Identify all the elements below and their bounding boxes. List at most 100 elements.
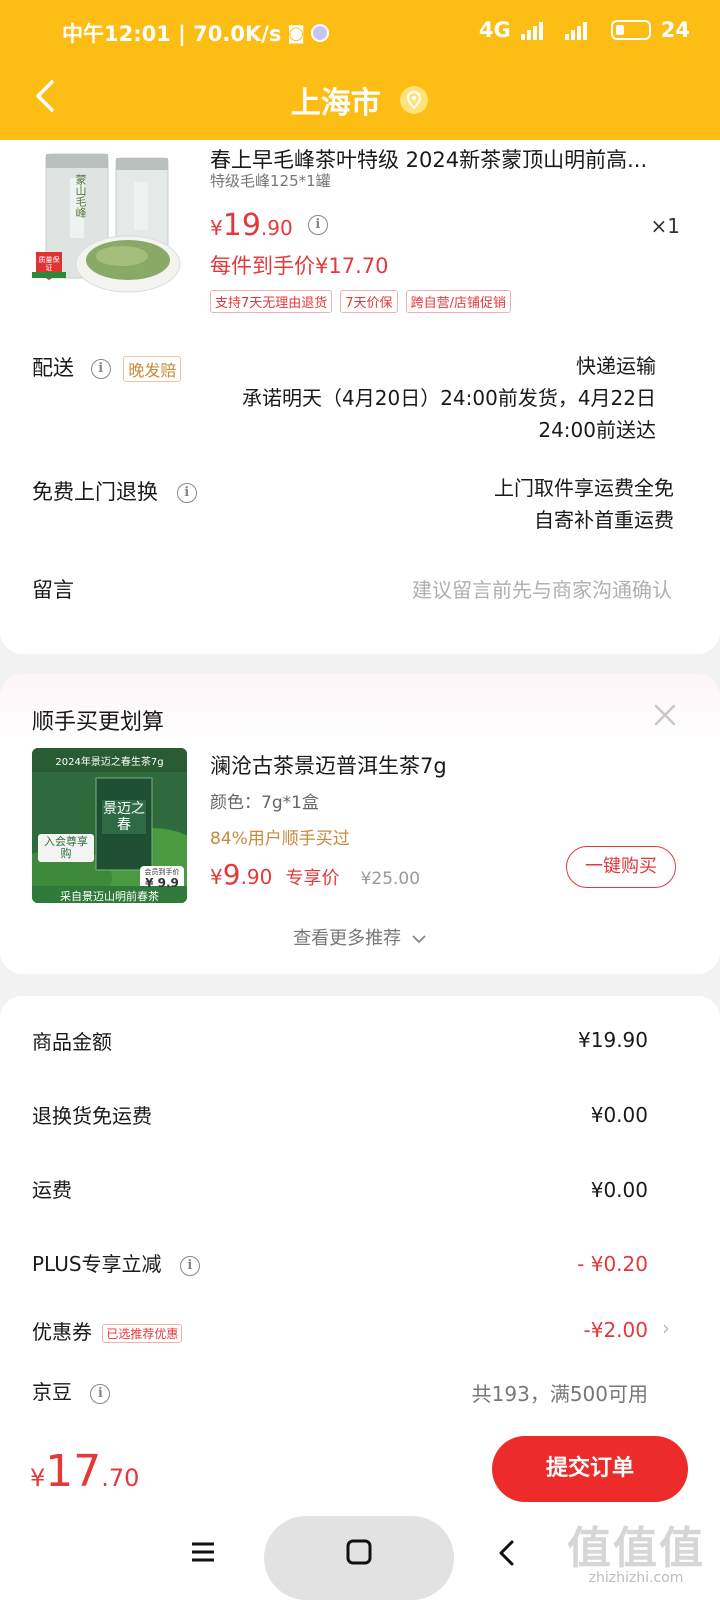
summary-label-return-shipping: 退换货免运费 (32, 1104, 152, 1128)
recommendation-bought: 84%用户顺手买过 (210, 829, 350, 849)
delivery-row[interactable]: 配送 i 晚发赔 (32, 352, 182, 382)
return-info-icon[interactable]: i (176, 483, 197, 503)
summary-label-goods: 商品金额 (32, 1030, 112, 1054)
checkout-bar: ¥17.70 提交订单 (0, 1432, 720, 1510)
summary-value-plus: - ¥0.20 (577, 1252, 648, 1276)
total-integer: 17 (45, 1446, 102, 1497)
one-click-buy-button[interactable]: 一键购买 (566, 846, 676, 888)
home-square-icon (346, 1539, 372, 1565)
delivery-label: 配送 (32, 356, 74, 380)
rec-exclusive-label: 专享价 (285, 868, 340, 889)
summary-value-jingdou: 共193，满500可用 (471, 1382, 648, 1406)
more-recommendations-button[interactable]: 查看更多推荐 (0, 924, 720, 950)
recommendation-image-box-text: 景迈之春 (103, 801, 145, 833)
recommendation-image-banner: 2024年景迈之春生茶7g (55, 757, 164, 768)
service-tag: 7天价保 (340, 290, 398, 313)
product-price: ¥19.90 i (210, 208, 328, 243)
location-pin-icon (400, 86, 429, 114)
watermark: 值值值 zhizhizhi.com (566, 1512, 706, 1586)
rec-price-currency: ¥ (210, 865, 223, 889)
recommendation-close-button[interactable] (652, 702, 678, 728)
total-currency: ¥ (30, 1464, 46, 1492)
menu-icon (192, 1542, 214, 1562)
summary-value-return-shipping: ¥0.00 (590, 1103, 648, 1127)
return-service-line1: 上门取件享运费全免 (494, 476, 674, 500)
recommendation-image-member: 入会尊享购 (44, 835, 88, 860)
late-compensation-tag: 晚发赔 (123, 356, 182, 382)
delivery-method: 快递运输 (576, 354, 656, 378)
summary-label-jingdou: 京豆 (32, 1380, 72, 1404)
close-icon (654, 704, 676, 726)
chevron-right-icon[interactable]: › (662, 1316, 670, 1340)
summary-label-coupon: 优惠券 (32, 1320, 92, 1344)
return-service-details: 上门取件享运费全免 自寄补首重运费 (494, 472, 674, 536)
recommendation-image[interactable]: 2024年景迈之春生茶7g 景迈之春 入会尊享购 会员到手价 ¥ 9.9 采自景… (32, 748, 187, 903)
price-info-icon[interactable]: i (307, 214, 328, 235)
home-button[interactable] (346, 1538, 372, 1570)
message-label: 留言 (32, 578, 74, 602)
signal-icon (520, 20, 543, 40)
hand-price: 每件到手价¥17.70 (210, 254, 389, 278)
delivery-details[interactable]: 快递运输 承诺明天（4月20日）24:00前发货，4月22日 24:00前送达 (242, 350, 656, 446)
top-bar: 中午12:01 | 70.0K/s ◙ 4G 24 上海市 (0, 0, 720, 140)
service-tags: 支持7天无理由退货 7天价保 跨自营/店铺促销 (210, 290, 511, 313)
rec-original-price: ¥25.00 (360, 869, 421, 889)
return-service-label: 免费上门退换 (32, 480, 158, 504)
quality-badge-text: 质量保证 (38, 256, 60, 272)
system-back-button[interactable] (496, 1538, 518, 1572)
order-item-card: 蒙山毛峰 质量保证 春上早毛峰茶叶特级 2024新茶蒙顶山明前高... 特级毛峰… (0, 140, 720, 654)
page-title: 上海市 (290, 86, 381, 121)
price-decimal: .90 (260, 216, 293, 240)
recommendation-price: ¥9.90 专享价 ¥25.00 (210, 858, 420, 891)
plus-info-icon[interactable]: i (179, 1255, 200, 1276)
menu-button[interactable] (190, 1540, 216, 1568)
price-integer: 19 (222, 208, 261, 243)
status-time-speed: 中午12:01 | 70.0K/s (62, 22, 282, 46)
chevron-down-icon (412, 935, 426, 944)
signal-icon-2 (564, 20, 587, 40)
summary-label-shipping: 运费 (32, 1178, 72, 1202)
rec-price-decimal: .90 (240, 865, 273, 889)
more-recommendations-label: 查看更多推荐 (293, 928, 402, 949)
return-service-line2: 自寄补首重运费 (534, 508, 674, 532)
network-type: 4G (478, 18, 511, 42)
summary-row-jingdou[interactable]: 京豆 i (32, 1376, 111, 1405)
coupon-recommended-tag: 已选推荐优惠 (102, 1324, 183, 1343)
price-currency: ¥ (210, 216, 223, 240)
battery-icon (610, 20, 651, 40)
total-decimal: .70 (101, 1464, 140, 1492)
delivery-promise-line1: 承诺明天（4月20日）24:00前发货，4月22日 (242, 386, 656, 410)
rec-price-integer: 9 (222, 858, 241, 891)
watermark-logo: 值值值 (567, 1523, 705, 1574)
product-spec: 特级毛峰125*1罐 (210, 172, 331, 190)
camera-icon: ◙ (287, 22, 305, 44)
delivery-promise-line2: 24:00前送达 (538, 418, 656, 442)
summary-value-shipping: ¥0.00 (590, 1178, 648, 1202)
address-selector[interactable]: 上海市 (0, 78, 720, 122)
jingdou-info-icon[interactable]: i (90, 1383, 111, 1404)
delivery-info-icon[interactable]: i (90, 359, 111, 379)
product-image[interactable]: 蒙山毛峰 质量保证 (32, 148, 182, 298)
status-bar: 中午12:01 | 70.0K/s ◙ 4G 24 (0, 14, 720, 50)
back-chevron-icon (499, 1540, 514, 1566)
summary-value-coupon[interactable]: -¥2.00 (584, 1318, 648, 1342)
recommendation-card: 顺手买更划算 2024年景迈之春生茶7g 景迈之春 入会尊享购 会员到手价 ¥ … (0, 674, 720, 974)
recommendation-spec: 颜色：7g*1盒 (210, 793, 319, 813)
service-tag: 支持7天无理由退货 (210, 290, 333, 313)
message-input[interactable]: 建议留言前先与商家沟通确认 (412, 574, 672, 603)
product-quantity: ×1 (650, 214, 680, 238)
battery-level: 24 (660, 18, 690, 42)
summary-value-goods: ¥19.90 (578, 1028, 648, 1052)
recommendation-image-footer: 采自景迈山明前春茶 (60, 890, 159, 903)
summary-row-coupon[interactable]: 优惠券 已选推荐优惠 (32, 1316, 183, 1345)
app-notification-icon (310, 24, 329, 42)
summary-row-plus[interactable]: PLUS专享立减 i (32, 1248, 200, 1277)
return-service-row[interactable]: 免费上门退换 i (32, 476, 197, 506)
recommendation-name[interactable]: 澜沧古茶景迈普洱生茶7g (210, 750, 447, 780)
product-image-text: 蒙山毛峰 (74, 174, 87, 218)
total-price: ¥17.70 (30, 1446, 139, 1497)
price-summary-card: 商品金额 ¥19.90 退换货免运费 ¥0.00 运费 ¥0.00 PLUS专享… (0, 996, 720, 1436)
submit-order-button[interactable]: 提交订单 (492, 1436, 688, 1502)
service-tag: 跨自营/店铺促销 (405, 290, 511, 313)
summary-label-plus: PLUS专享立减 (32, 1252, 162, 1276)
